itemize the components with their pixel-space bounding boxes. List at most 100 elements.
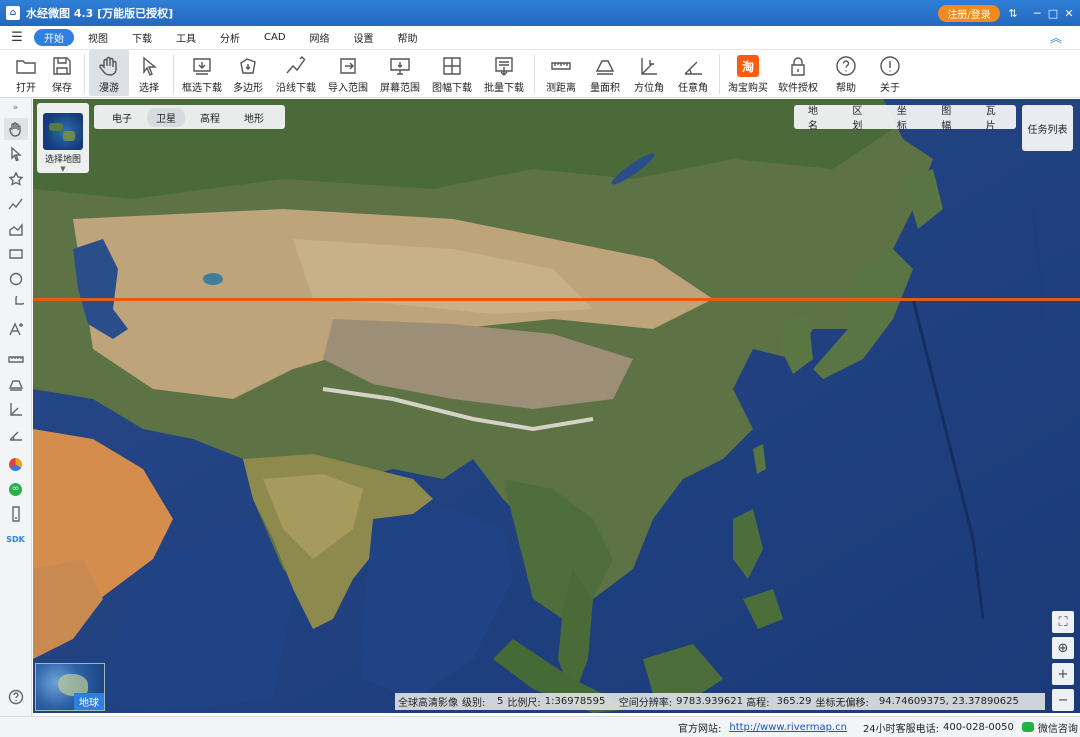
menu-download[interactable]: 下载: [122, 29, 162, 46]
overlay-tiles[interactable]: 瓦片: [972, 102, 1016, 132]
menu-tools[interactable]: 工具: [166, 29, 206, 46]
azimuth-button[interactable]: 方位角: [627, 50, 671, 96]
toolbar-divider: [173, 54, 174, 94]
ruler-icon: [7, 356, 24, 363]
layer-terrain[interactable]: 地形: [235, 108, 273, 127]
fullscreen-button[interactable]: ⛶: [1052, 611, 1074, 633]
hand-icon: [99, 56, 117, 76]
about-button[interactable]: 关于: [868, 50, 912, 96]
side-layer-button[interactable]: [4, 453, 28, 475]
side-ruler-button[interactable]: [4, 348, 28, 370]
grid-sheet-icon: [443, 57, 461, 75]
menu-help[interactable]: 帮助: [388, 29, 428, 46]
status-coord: 94.74609375, 23.37890625: [878, 696, 1019, 707]
side-angle-button[interactable]: [4, 423, 28, 445]
save-button[interactable]: 保存: [44, 50, 80, 96]
overlay-switcher: 地名 区划 坐标 图幅 瓦片: [794, 102, 1016, 132]
side-star-button[interactable]: [4, 168, 28, 190]
side-area-button[interactable]: [4, 373, 28, 395]
side-help-button[interactable]: [4, 686, 28, 708]
link-green-icon: ∞: [9, 482, 22, 496]
side-link-button[interactable]: ∞: [4, 478, 28, 500]
app-window: ⌂ 水经微图 4.3 [万能版已授权] 注册/登录 ⇅ ─ □ ✕ ☰ 开始 视…: [0, 0, 1080, 737]
chevron-down-icon: ▼: [60, 165, 66, 173]
side-phone-button[interactable]: [4, 503, 28, 525]
rect-download-icon: [193, 58, 211, 75]
toolbar-divider: [719, 54, 720, 94]
menu-analysis[interactable]: 分析: [210, 29, 250, 46]
phone-icon: [11, 506, 20, 522]
site-link[interactable]: http://www.rivermap.cn: [729, 722, 847, 733]
measure-distance-button[interactable]: 测距离: [539, 50, 583, 96]
task-list-button[interactable]: 任务列表: [1022, 105, 1073, 151]
open-button[interactable]: 打开: [8, 50, 44, 96]
azimuth-icon: [641, 58, 657, 75]
license-button[interactable]: 软件授权: [772, 50, 824, 96]
phone-number: 400-028-0050: [943, 721, 1014, 733]
side-circle-button[interactable]: [4, 268, 28, 290]
sheet-download-button[interactable]: 图幅下载: [426, 50, 478, 96]
side-azimuth-button[interactable]: [4, 398, 28, 420]
wechat-consult-button[interactable]: 微信咨询: [1021, 720, 1078, 735]
batch-download-button[interactable]: 批量下载: [478, 50, 530, 96]
help-button[interactable]: 帮助: [824, 50, 868, 96]
select-map-panel[interactable]: 选择地图 ▼: [37, 103, 89, 173]
status-scale-label: 比例尺:: [507, 698, 541, 709]
pin-icon[interactable]: ⇅: [1002, 4, 1024, 22]
overlay-coordinates[interactable]: 坐标: [883, 102, 927, 132]
side-sector-button[interactable]: [4, 293, 28, 315]
status-resolution: 9783.939621: [676, 696, 743, 707]
zoom-out-button[interactable]: −: [1052, 689, 1074, 711]
collapse-ribbon-icon[interactable]: ︽: [1050, 29, 1062, 46]
any-angle-button[interactable]: 任意角: [671, 50, 715, 96]
rect-download-button[interactable]: 框选下载: [178, 50, 226, 96]
side-pan-button[interactable]: [3, 118, 28, 140]
locate-button[interactable]: ⊕: [1052, 637, 1074, 659]
azimuth-icon: [9, 403, 22, 416]
map-canvas[interactable]: 选择地图 ▼ 电子 卫星 高程 地形 地名 区划 坐标 图幅 瓦片 任务列表 ⛶…: [33, 99, 1080, 713]
login-button[interactable]: 注册/登录: [938, 5, 1000, 22]
overlay-sheets[interactable]: 图幅: [927, 102, 971, 132]
title-bar: ⌂ 水经微图 4.3 [万能版已授权] 注册/登录 ⇅ ─ □ ✕: [0, 0, 1080, 26]
side-select-button[interactable]: [4, 143, 28, 165]
side-text-button[interactable]: [4, 318, 28, 340]
overlay-place-names[interactable]: 地名: [794, 102, 838, 132]
import-icon: [340, 58, 356, 74]
layer-satellite[interactable]: 卫星: [147, 107, 185, 127]
measure-area-button[interactable]: 量面积: [583, 50, 627, 96]
side-sdk-button[interactable]: SDK: [4, 528, 28, 550]
status-resolution-label: 空间分辨率:: [618, 698, 673, 709]
polygon-download-button[interactable]: 多边形: [226, 50, 270, 96]
zoom-in-button[interactable]: +: [1052, 663, 1074, 685]
taobao-icon: 淘: [737, 55, 759, 77]
hamburger-menu-icon[interactable]: ☰: [0, 30, 34, 45]
save-icon: [53, 57, 71, 75]
layer-electronic[interactable]: 电子: [103, 108, 141, 127]
pan-button[interactable]: 漫游: [89, 50, 129, 96]
menu-view[interactable]: 视图: [78, 29, 118, 46]
menu-network[interactable]: 网络: [300, 29, 340, 46]
globe-view-button[interactable]: 地球: [35, 663, 105, 711]
map-thumbnail: [43, 113, 83, 150]
layer-elevation[interactable]: 高程: [191, 108, 229, 127]
import-range-button[interactable]: 导入范围: [322, 50, 374, 96]
side-rect-button[interactable]: [4, 243, 28, 265]
line-download-button[interactable]: 沿线下载: [270, 50, 322, 96]
angle-icon: [9, 431, 22, 441]
menu-cad[interactable]: CAD: [254, 29, 296, 46]
phone-label: 24小时客服电话:: [862, 723, 940, 735]
side-line-button[interactable]: [4, 193, 28, 215]
menu-settings[interactable]: 设置: [344, 29, 384, 46]
expand-sidebar-icon[interactable]: »: [4, 101, 28, 115]
taobao-buy-button[interactable]: 淘 淘宝购买: [724, 50, 772, 96]
screen-range-button[interactable]: 屏幕范围: [374, 50, 426, 96]
side-chart-button[interactable]: [4, 218, 28, 240]
cursor-icon: [143, 56, 157, 76]
question-icon: [8, 689, 23, 705]
overlay-districts[interactable]: 区划: [838, 102, 882, 132]
status-source: 全球高清影像: [398, 698, 458, 709]
folder-icon: [16, 60, 36, 74]
menu-start[interactable]: 开始: [34, 29, 74, 46]
close-button[interactable]: ✕: [1058, 4, 1080, 22]
select-button[interactable]: 选择: [129, 50, 169, 96]
